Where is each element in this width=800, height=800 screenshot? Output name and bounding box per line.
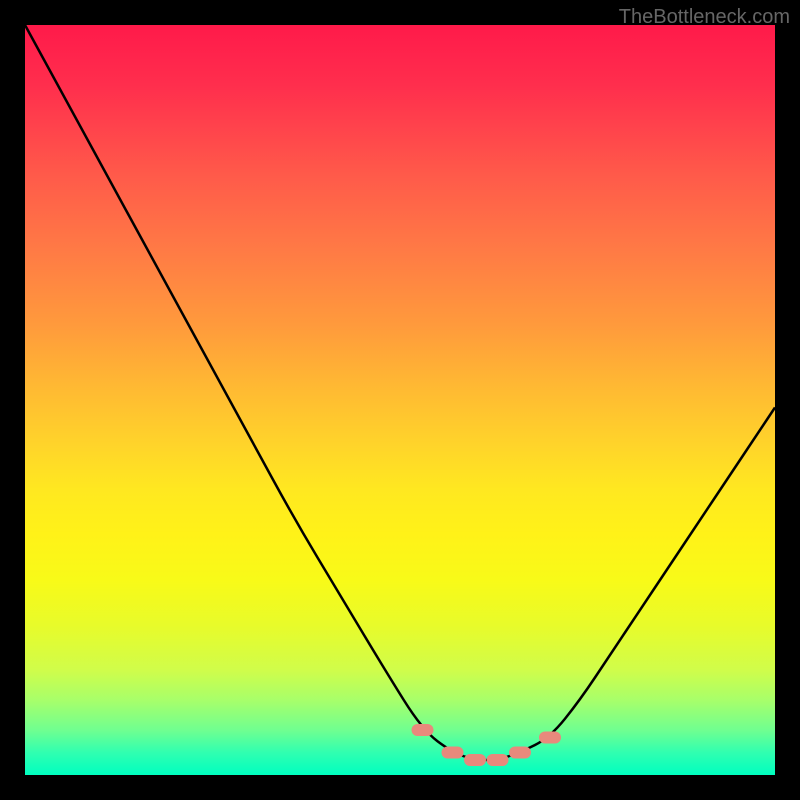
highlight-point [509, 747, 531, 759]
bottleneck-curve [25, 25, 775, 760]
watermark-text: TheBottleneck.com [619, 6, 790, 29]
highlight-point [464, 754, 486, 766]
highlight-point [539, 732, 561, 744]
chart-svg [25, 25, 775, 775]
chart-area [25, 25, 775, 775]
highlight-point [412, 724, 434, 736]
highlight-point [487, 754, 509, 766]
highlight-point [442, 747, 464, 759]
